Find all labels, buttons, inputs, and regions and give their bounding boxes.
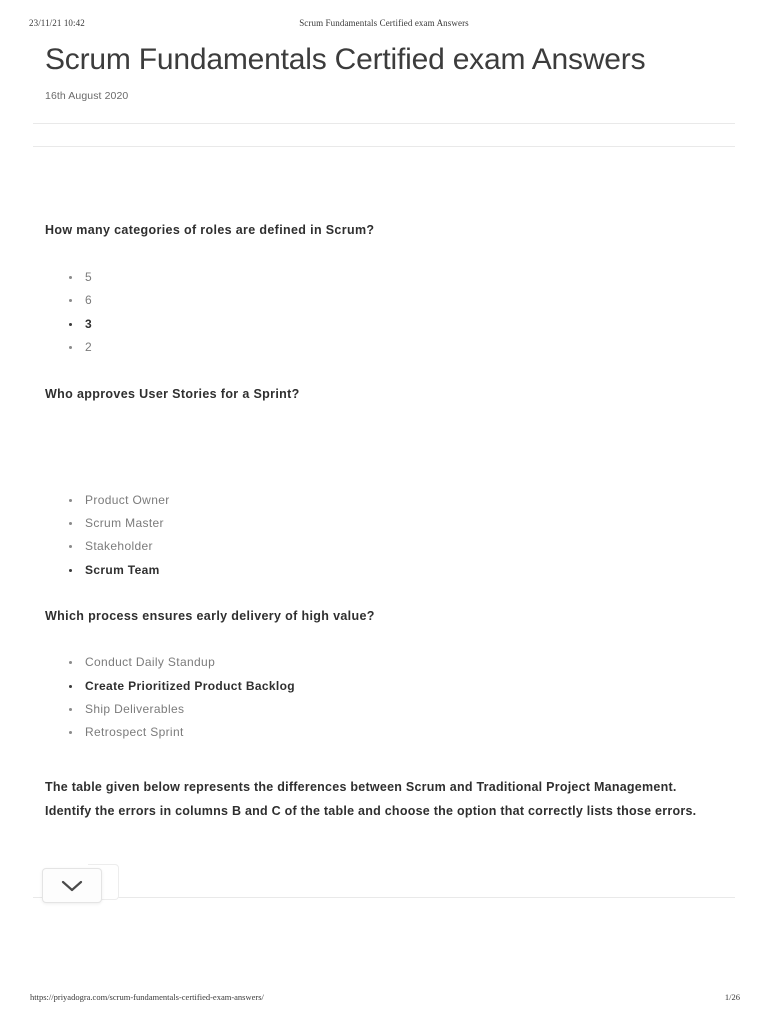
print-header: 23/11/21 10:42 Scrum Fundamentals Certif… (0, 16, 768, 30)
question-text-3: Which process ensures early delivery of … (45, 609, 375, 624)
option-item-correct[interactable]: 3 (45, 313, 723, 336)
print-footer-url: https://priyadogra.com/scrum-fundamental… (30, 992, 264, 1002)
option-item[interactable]: Ship Deliverables (45, 698, 723, 721)
question-text-4: The table given below represents the dif… (45, 779, 697, 818)
divider-bottom (33, 897, 735, 898)
option-item-correct[interactable]: Create Prioritized Product Backlog (45, 675, 723, 698)
print-footer-page-number: 1/26 (724, 992, 740, 1002)
question-block-3: Which process ensures early delivery of … (45, 605, 723, 745)
chevron-down-icon (61, 879, 83, 893)
option-item[interactable]: Scrum Master (45, 512, 723, 535)
option-list-2: Product Owner Scrum Master Stakeholder S… (45, 489, 723, 583)
print-footer: https://priyadogra.com/scrum-fundamental… (0, 992, 768, 1006)
publish-date: 16th August 2020 (45, 90, 129, 102)
divider-top (33, 123, 735, 124)
option-list-3: Conduct Daily Standup Create Prioritized… (45, 651, 723, 745)
document-sheet: Scrum Fundamentals Certified exam Answer… (0, 40, 768, 823)
option-item[interactable]: Conduct Daily Standup (45, 651, 723, 674)
option-list-1: 5 6 3 2 (45, 266, 723, 360)
option-item[interactable]: Retrospect Sprint (45, 721, 723, 744)
question-text-1: How many categories of roles are defined… (45, 223, 375, 237)
question-block-1: How many categories of roles are defined… (45, 219, 723, 360)
question-text-2: Who approves User Stories for a Sprint? (45, 386, 300, 401)
question-block-4: The table given below represents the dif… (45, 775, 723, 823)
option-item[interactable]: Product Owner (45, 489, 723, 512)
option-item[interactable]: 2 (45, 336, 723, 359)
question-block-2: Who approves User Stories for a Sprint? … (45, 383, 723, 583)
option-item-correct[interactable]: Scrum Team (45, 559, 723, 582)
option-item[interactable]: 6 (45, 289, 723, 312)
scroll-down-button[interactable] (42, 868, 102, 903)
page-title: Scrum Fundamentals Certified exam Answer… (45, 43, 646, 76)
questions-container: How many categories of roles are defined… (0, 147, 768, 823)
option-item[interactable]: 5 (45, 266, 723, 289)
print-header-title: Scrum Fundamentals Certified exam Answer… (299, 18, 469, 28)
option-item[interactable]: Stakeholder (45, 535, 723, 558)
